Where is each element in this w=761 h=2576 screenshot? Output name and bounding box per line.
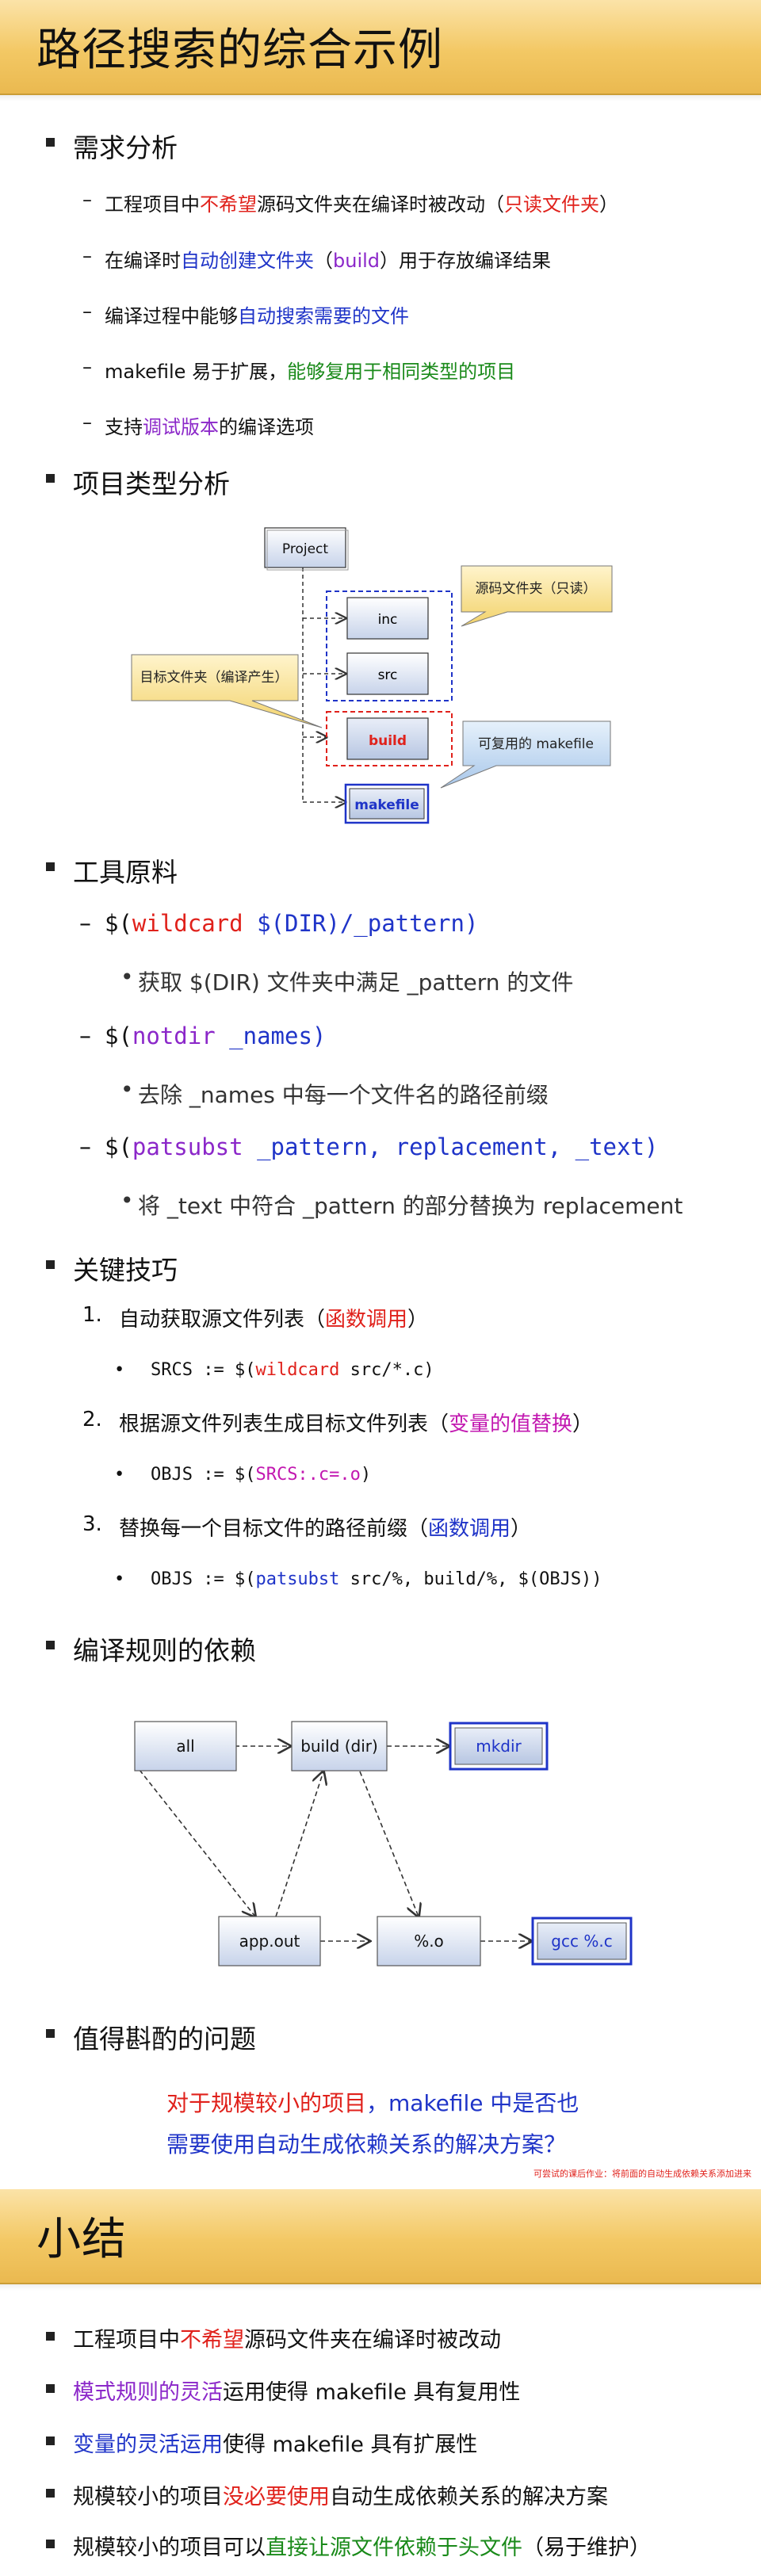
heading-question: 值得斟酌的问题	[0, 2018, 761, 2054]
summary-item: 工程项目中不希望源码文件夹在编译时被改动	[0, 2322, 761, 2352]
node-build-dir: build (dir)	[300, 1737, 378, 1756]
text-segment: 规模较小的项目可以	[73, 2536, 266, 2560]
text-segment: 工程项目中	[73, 2328, 180, 2352]
text-segment: 对于规模较小的项目	[166, 2090, 367, 2116]
node-all: all	[176, 1737, 194, 1756]
text-segment: 直接让源文件依赖于头文件	[266, 2536, 522, 2560]
node-gcc: gcc %.c	[551, 1932, 612, 1951]
text-segment: 运用使得 makefile 具有复用性	[223, 2380, 521, 2405]
summary-item: 变量的灵活运用使得 makefile 具有扩展性	[0, 2427, 761, 2457]
text-segment: 规模较小的项目	[73, 2485, 223, 2509]
text-segment: （易于维护）	[522, 2536, 651, 2560]
node-percent-o: %.o	[414, 1932, 444, 1951]
text-segment: 不希望	[180, 2328, 244, 2352]
question-text: 对于规模较小的项目，makefile 中是否也 需要使用自动生成依赖关系的解决方…	[166, 2083, 642, 2170]
summary-title-bar: 小结	[0, 2189, 761, 2291]
footnote-homework: 可尝试的课后作业：将前面的自动生成依赖关系添加进来	[533, 2169, 751, 2179]
node-app-out: app.out	[239, 1932, 300, 1951]
text-segment: 使得 makefile 具有扩展性	[223, 2433, 478, 2457]
node-mkdir: mkdir	[476, 1737, 522, 1756]
text-segment: 源码文件夹在编译时被改动	[244, 2328, 501, 2352]
summary-item: 规模较小的项目可以直接让源文件依赖于头文件（易于维护）	[0, 2530, 761, 2560]
text-segment: 没必要使用	[223, 2485, 330, 2509]
summary-title: 小结	[36, 2214, 127, 2265]
summary-item: 模式规则的灵活运用使得 makefile 具有复用性	[0, 2375, 761, 2405]
text-segment: 变量的灵活运用	[73, 2433, 223, 2457]
text-segment: ，makefile 中是否也	[366, 2090, 579, 2116]
question-line-1: 对于规模较小的项目，makefile 中是否也	[166, 2083, 642, 2124]
summary-item: 规模较小的项目没必要使用自动生成依赖关系的解决方案	[0, 2479, 761, 2509]
text-segment: 自动生成依赖关系的解决方案	[330, 2485, 608, 2509]
question-line-2: 需要使用自动生成依赖关系的解决方案？	[166, 2131, 567, 2157]
text-segment: 模式规则的灵活	[73, 2380, 223, 2405]
